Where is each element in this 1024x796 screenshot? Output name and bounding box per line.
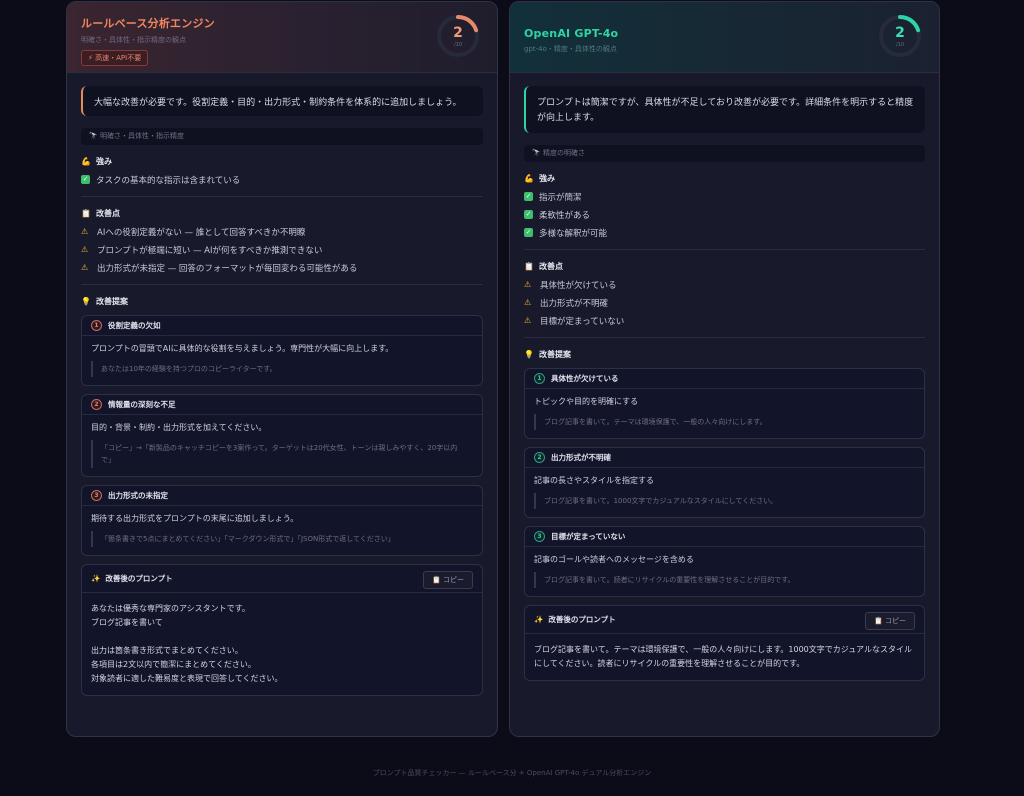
issue-item: ⚠ 目標が定まっていない: [524, 316, 625, 327]
tags-bar: 🔭 精度の明確さ: [524, 145, 925, 162]
issues-heading: 📋 改善点: [524, 262, 563, 271]
score-value: 2: [895, 25, 905, 41]
suggestion-title: 情報量の深刻な不足: [108, 400, 176, 409]
suggestion-card: 1 役割定義の欠如 プロンプトの冒頭でAIに具体的な役割を与えましょう。専門性が大…: [81, 315, 483, 386]
gpt-panel: OpenAI GPT-4o gpt-4o・精度・具体性の観点 2 /10 プロン…: [509, 1, 940, 737]
tags-text: 精度の明確さ: [542, 149, 585, 157]
step-number: 3: [91, 490, 102, 501]
suggestion-example: ブログ記事を書いて。読者にリサイクルの重要性を理解させることが目的です。: [534, 572, 915, 588]
issue-item: ⚠ AIへの役割定義がない — 誰として回答すべきか不明瞭: [81, 227, 306, 238]
suggestion-card: 3 出力形式の未指定 期待する出力形式をプロンプトの末尾に追加しましょう。 「箇条…: [81, 485, 483, 556]
panel-header: ルールベース分析エンジン 明確さ・具体性・指示精度の観点 ⚡ 高速・API不要 …: [67, 2, 497, 73]
bulb-icon: 💡: [81, 297, 91, 306]
strengths-heading: 💪 強み: [81, 157, 112, 166]
issue-item: ⚠ 具体性が欠けている: [524, 280, 617, 291]
step-number: 2: [91, 399, 102, 410]
strengths-heading: 💪 強み: [524, 174, 555, 183]
step-number: 1: [91, 320, 102, 331]
issues-heading: 📋 改善点: [81, 209, 120, 218]
clipboard-icon: 📋: [81, 209, 91, 218]
panel-title: ルールベース分析エンジン: [81, 17, 215, 30]
rule-based-panel: ルールベース分析エンジン 明確さ・具体性・指示精度の観点 ⚡ 高速・API不要 …: [66, 1, 498, 737]
strength-item: ✓ 多様な解釈が可能: [524, 228, 608, 239]
suggestion-text: プロンプトの冒頭でAIに具体的な役割を与えましょう。専門性が大幅に向上します。: [91, 344, 394, 353]
panel-title: OpenAI GPT-4o: [524, 27, 619, 40]
warning-icon: ⚠: [524, 316, 532, 325]
score-label: /10: [453, 42, 463, 48]
score-label: /10: [895, 42, 905, 48]
suggestion-text: 目的・背景・制約・出力形式を加えてください。: [91, 423, 267, 432]
check-icon: ✓: [524, 192, 533, 201]
score-value: 2: [453, 25, 463, 41]
suggestions-heading: 💡 改善提案: [81, 297, 128, 306]
suggestion-title: 具体性が欠けている: [551, 374, 619, 383]
suggestion-card: 2 情報量の深刻な不足 目的・背景・制約・出力形式を加えてください。 「コピー」→…: [81, 394, 483, 477]
check-icon: ✓: [81, 175, 90, 184]
copy-button[interactable]: 📋 コピー: [865, 612, 915, 630]
suggestions-heading: 💡 改善提案: [524, 350, 571, 359]
summary-text: プロンプトは簡潔ですが、具体性が不足しており改善が必要です。詳細条件を明示すると…: [524, 86, 925, 133]
suggestion-card: 1 具体性が欠けている トピックや目的を明確にする ブログ記事を書いて。テーマは環…: [524, 368, 925, 439]
issue-item: ⚠ 出力形式が不明確: [524, 298, 609, 309]
telescope-icon: 🔭: [532, 149, 541, 157]
improved-prompt-title: 改善後のプロンプト: [105, 574, 173, 583]
issue-item: ⚠ 出力形式が未指定 — 回答のフォーマットが毎回変わる可能性がある: [81, 263, 358, 274]
tags-bar: 🔭 明確さ・具体性・指示精度: [81, 128, 483, 145]
step-number: 3: [534, 531, 545, 542]
step-number: 1: [534, 373, 545, 384]
suggestion-text: 記事の長さやスタイルを指定する: [534, 476, 654, 485]
warning-icon: ⚠: [81, 227, 89, 236]
suggestion-text: 期待する出力形式をプロンプトの末尾に追加しましょう。: [91, 514, 299, 523]
panel-header: OpenAI GPT-4o gpt-4o・精度・具体性の観点 2 /10: [510, 2, 939, 73]
panel-subtitle: 明確さ・具体性・指示精度の観点: [81, 36, 186, 44]
improved-prompt-card: ✨ 改善後のプロンプト 📋 コピー ブログ記事を書いて。テーマは環境保護で、一般の…: [524, 605, 925, 681]
warning-icon: ⚠: [524, 298, 532, 307]
muscle-icon: 💪: [524, 174, 534, 183]
issue-item: ⚠ プロンプトが極端に短い — AIが何をすべきか推測できない: [81, 245, 323, 256]
tags-text: 明確さ・具体性・指示精度: [99, 132, 184, 140]
warning-icon: ⚠: [81, 263, 89, 272]
warning-icon: ⚠: [524, 280, 532, 289]
warning-icon: ⚠: [81, 245, 89, 254]
improved-prompt-card: ✨ 改善後のプロンプト 📋 コピー あなたは優秀な専門家のアシスタントです。 ブロ…: [81, 564, 483, 696]
suggestion-example: 「箇条書きで5点にまとめてください」「マークダウン形式で」「JSON形式で返して…: [91, 531, 473, 547]
check-icon: ✓: [524, 228, 533, 237]
panel-subtitle: gpt-4o・精度・具体性の観点: [524, 45, 617, 53]
suggestion-example: ブログ記事を書いて。テーマは環境保護で、一般の人々向けにします。: [534, 414, 915, 430]
strength-item: ✓ 指示が簡潔: [524, 192, 582, 203]
improved-prompt-text: あなたは優秀な専門家のアシスタントです。 ブログ記事を書いて 出力は箇条書き形式…: [91, 604, 283, 683]
sparkles-icon: ✨: [534, 615, 544, 624]
suggestion-title: 目標が定まっていない: [551, 532, 626, 541]
muscle-icon: 💪: [81, 157, 91, 166]
telescope-icon: 🔭: [89, 132, 98, 140]
footer-text: プロンプト品質チェッカー — ルールベース分 + OpenAI GPT-4o デ…: [372, 769, 652, 777]
suggestion-example: 「コピー」→「新製品のキャッチコピーを3案作って。ターゲットは20代女性、トーン…: [91, 440, 473, 468]
copy-button[interactable]: 📋 コピー: [423, 571, 473, 589]
suggestion-title: 役割定義の欠如: [108, 321, 161, 330]
bulb-icon: 💡: [524, 350, 534, 359]
suggestion-card: 3 目標が定まっていない 記事のゴールや読者へのメッセージを含める ブログ記事を書…: [524, 526, 925, 597]
step-number: 2: [534, 452, 545, 463]
speed-badge: ⚡ 高速・API不要: [81, 50, 149, 66]
clipboard-icon: 📋: [524, 262, 534, 271]
suggestion-text: トピックや目的を明確にする: [534, 397, 639, 406]
strength-item: ✓ タスクの基本的な指示は含まれている: [81, 175, 241, 186]
suggestion-example: ブログ記事を書いて。1000文字でカジュアルなスタイルにしてください。: [534, 493, 915, 509]
suggestion-title: 出力形式の未指定: [108, 491, 168, 500]
suggestion-title: 出力形式が不明確: [551, 453, 611, 462]
improved-prompt-text: ブログ記事を書いて。テーマは環境保護で、一般の人々向けにします。1000文字でカ…: [534, 645, 912, 668]
strength-item: ✓ 柔軟性がある: [524, 210, 591, 221]
score-gauge: 2 /10: [435, 13, 481, 59]
check-icon: ✓: [524, 210, 533, 219]
summary-text: 大幅な改善が必要です。役割定義・目的・出力形式・制約条件を体系的に追加しましょう…: [81, 86, 483, 116]
improved-prompt-title: 改善後のプロンプト: [548, 615, 616, 624]
suggestion-example: あなたは10年の経験を持つプロのコピーライターです。: [91, 361, 473, 377]
suggestion-card: 2 出力形式が不明確 記事の長さやスタイルを指定する ブログ記事を書いて。1000…: [524, 447, 925, 518]
suggestion-text: 記事のゴールや読者へのメッセージを含める: [534, 555, 694, 564]
score-gauge: 2 /10: [877, 13, 923, 59]
sparkles-icon: ✨: [91, 574, 101, 583]
